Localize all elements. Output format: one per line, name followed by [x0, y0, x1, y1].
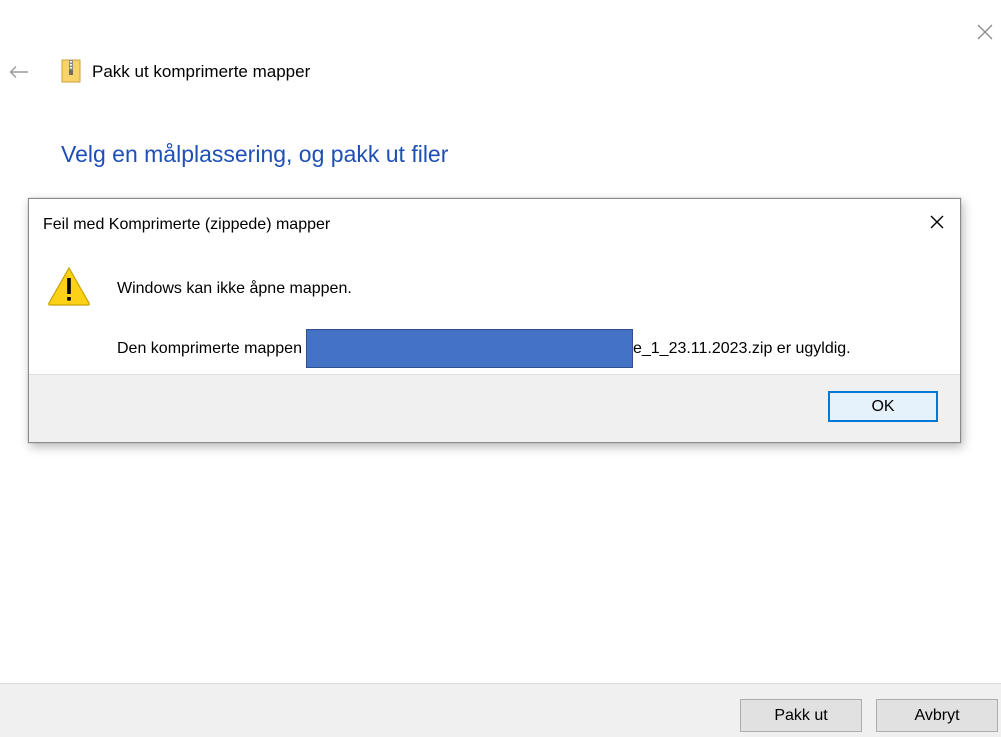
error-message: Windows kan ikke åpne mappen. [117, 280, 352, 297]
dialog-title: Feil med Komprimerte (zippede) mapper [43, 216, 331, 233]
warning-icon [48, 266, 90, 306]
error-detail: Den komprimerte mappen e_1_23.11.2023.zi… [117, 329, 851, 368]
dialog-footer: OK [29, 374, 960, 442]
error-detail-prefix: Den komprimerte mappen [117, 339, 302, 357]
zip-folder-icon [61, 59, 81, 83]
wizard-footer: Pakk ut Avbryt [0, 683, 1001, 737]
wizard-title: Pakk ut komprimerte mapper [92, 62, 311, 81]
error-detail-suffix: e_1_23.11.2023.zip er ugyldig. [632, 339, 851, 357]
wizard-close-icon[interactable] [973, 20, 997, 44]
redaction-box [305, 329, 633, 368]
ok-button[interactable]: OK [828, 391, 938, 422]
error-dialog: Feil med Komprimerte (zippede) mapper Wi… [28, 198, 961, 443]
back-arrow-icon[interactable] [6, 60, 32, 84]
extract-button[interactable]: Pakk ut [740, 699, 862, 732]
cancel-button[interactable]: Avbryt [876, 699, 998, 732]
dialog-close-icon[interactable] [920, 205, 954, 239]
page-heading: Velg en målplassering, og pakk ut filer [61, 141, 449, 167]
